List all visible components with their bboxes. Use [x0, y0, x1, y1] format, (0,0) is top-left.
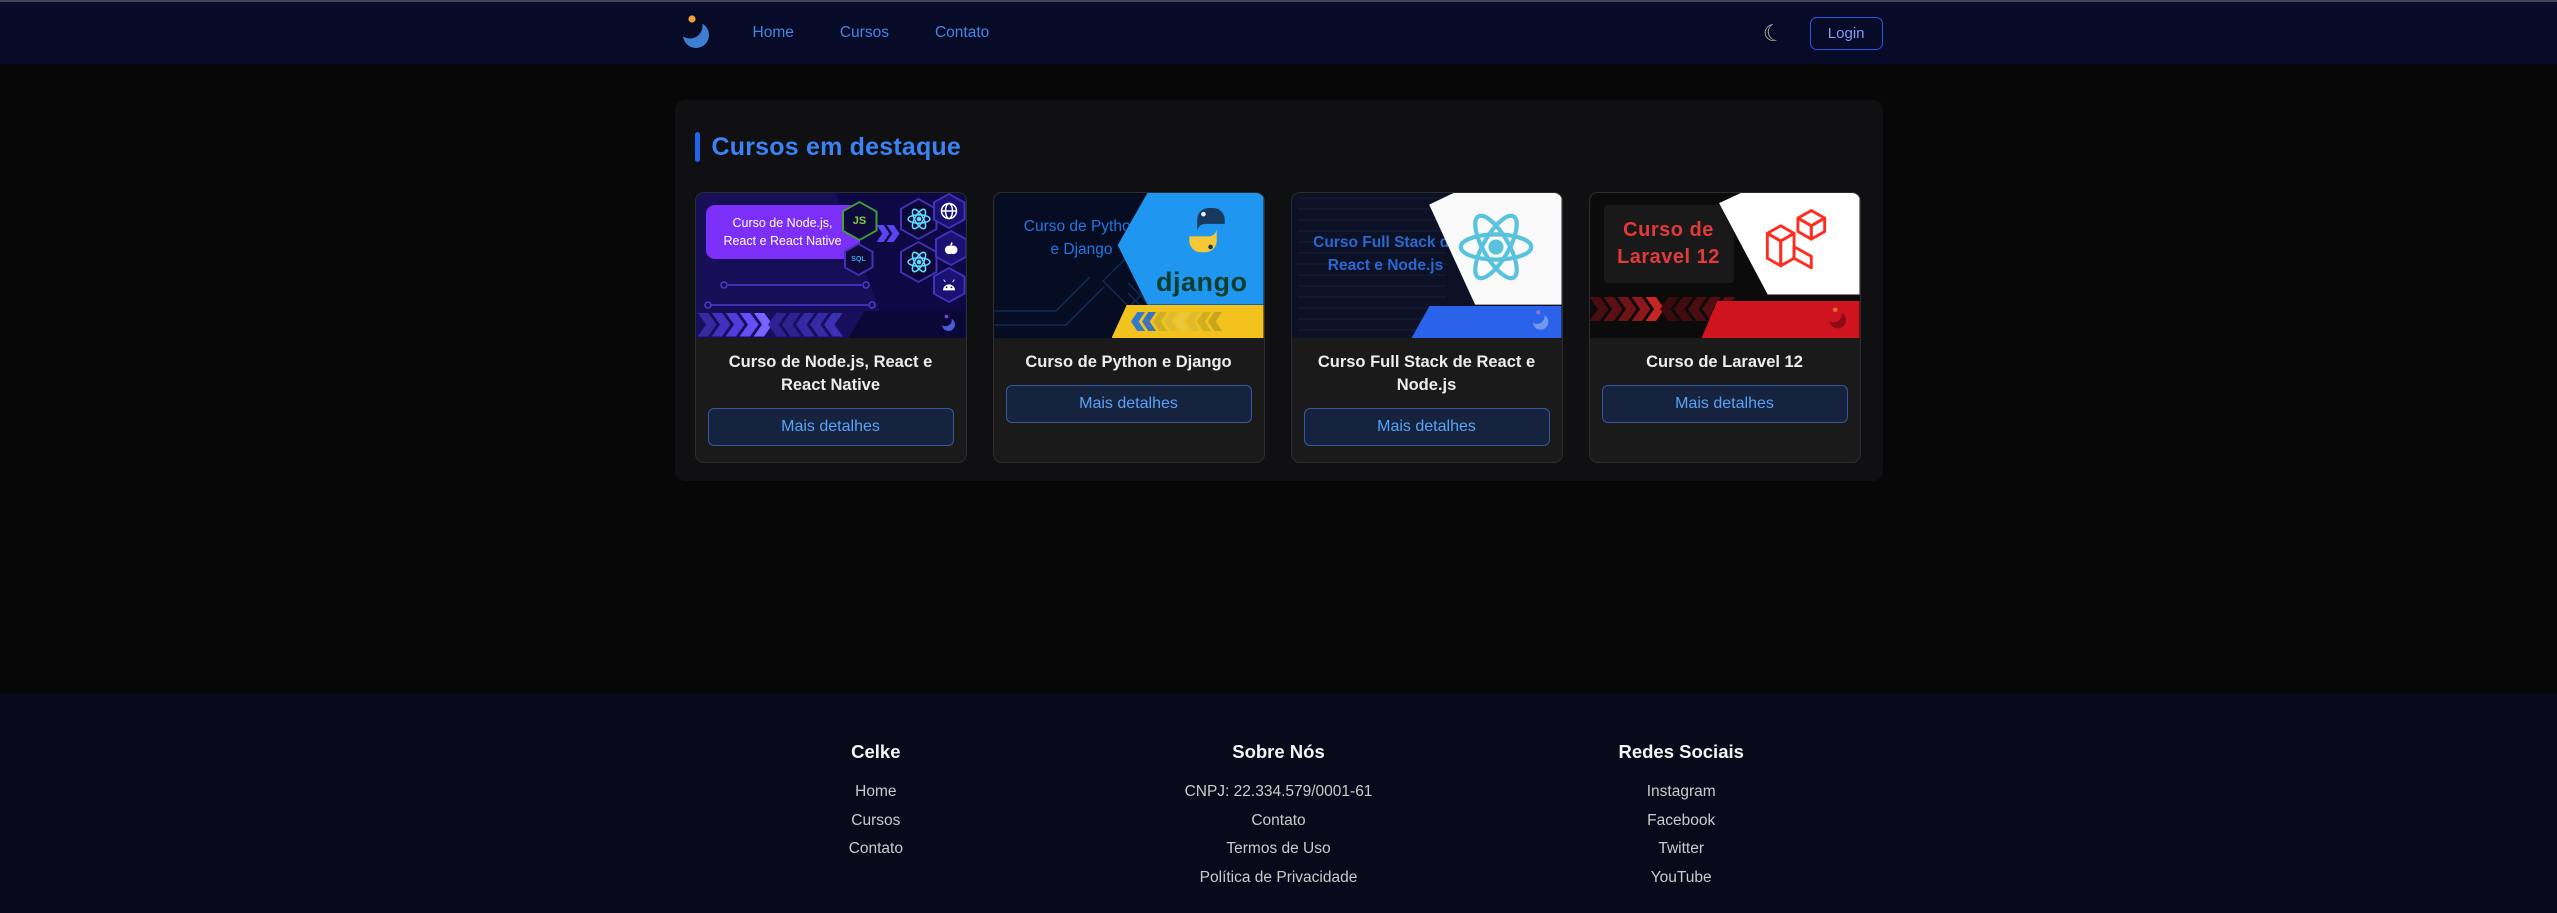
- navbar: Home Cursos Contato ☾ Login: [0, 2, 2557, 64]
- nav-link-contato[interactable]: Contato: [935, 24, 989, 42]
- python-icon: [1176, 199, 1238, 268]
- footer-link-home[interactable]: Home: [675, 778, 1078, 807]
- footer-link-privacidade[interactable]: Política de Privacidade: [1077, 864, 1480, 893]
- footer-column-celke: Celke Home Cursos Contato: [675, 741, 1078, 892]
- heading-accent-bar: [694, 132, 700, 162]
- footer-column-redes-sociais: Redes Sociais Instagram Facebook Twitter…: [1480, 741, 1883, 892]
- chevron-strip: [695, 311, 966, 338]
- details-button[interactable]: Mais detalhes: [707, 408, 954, 447]
- moon-icon[interactable]: ☾: [1761, 18, 1787, 48]
- footer-column-title: Celke: [851, 741, 901, 762]
- footer-link-contato[interactable]: Contato: [1077, 807, 1480, 836]
- footer-link-cursos[interactable]: Cursos: [675, 807, 1078, 836]
- footer-link-youtube[interactable]: YouTube: [1480, 864, 1883, 893]
- celke-swoosh-icon: [1824, 304, 1850, 336]
- nav-link-cursos[interactable]: Cursos: [840, 24, 889, 42]
- footer-link-termos[interactable]: Termos de Uso: [1077, 835, 1480, 864]
- course-thumbnail-laravel: Curso de Laravel 12: [1589, 193, 1860, 338]
- react-icon: [1450, 205, 1542, 294]
- course-title: Curso de Laravel 12: [1646, 353, 1803, 371]
- chevron-strip: [1111, 305, 1264, 338]
- featured-courses-panel: Cursos em destaque Curso de Node.js, Rea…: [674, 100, 1883, 482]
- celke-swoosh-icon: [675, 10, 715, 57]
- course-thumbnail-nodejs-react: Curso de Node.js, React e React Native J…: [695, 193, 966, 338]
- thumb-label: Curso de Node.js, React e React Native: [705, 205, 860, 260]
- footer-link-contato[interactable]: Contato: [675, 835, 1078, 864]
- celke-logo[interactable]: [675, 10, 715, 57]
- course-thumbnail-python-django: Curso de Python e Django django: [993, 193, 1264, 338]
- footer-column-title: Sobre Nós: [1232, 741, 1325, 762]
- footer-link-twitter[interactable]: Twitter: [1480, 835, 1883, 864]
- footer-column-sobre-nos: Sobre Nós CNPJ: 22.334.579/0001-61 Conta…: [1077, 741, 1480, 892]
- main-content: Cursos em destaque Curso de Node.js, Rea…: [0, 100, 2557, 693]
- course-card-laravel: Curso de Laravel 12 Curso de Laravel 12 …: [1588, 192, 1861, 464]
- celke-swoosh-icon: [938, 312, 958, 338]
- footer-link-instagram[interactable]: Instagram: [1480, 778, 1883, 807]
- course-title: Curso de Python e Django: [1025, 353, 1232, 371]
- footer: Celke Home Cursos Contato Sobre Nós CNPJ…: [0, 693, 2557, 913]
- course-card-nodejs-react: Curso de Node.js, React e React Native J…: [694, 192, 967, 464]
- brand-strip: [1411, 306, 1562, 338]
- celke-swoosh-icon: [1528, 307, 1552, 337]
- thumb-label: Curso de Laravel 12: [1603, 205, 1734, 283]
- course-card-python-django: Curso de Python e Django django Curso de…: [992, 192, 1265, 464]
- footer-cnpj: CNPJ: 22.334.579/0001-61: [1184, 783, 1373, 800]
- nav-link-home[interactable]: Home: [753, 24, 794, 42]
- laravel-icon: [1748, 199, 1844, 290]
- course-thumbnail-fullstack: Curso Full Stack de React e Node.js: [1291, 193, 1562, 338]
- brand-strip: [1701, 301, 1860, 338]
- footer-link-facebook[interactable]: Facebook: [1480, 807, 1883, 836]
- course-title: Curso de Node.js, React e React Native: [728, 353, 933, 395]
- thumb-label: Curso Full Stack de React e Node.js: [1313, 234, 1458, 275]
- details-button[interactable]: Mais detalhes: [1005, 385, 1252, 424]
- details-button[interactable]: Mais detalhes: [1601, 385, 1848, 424]
- course-title: Curso Full Stack de React e Node.js: [1317, 353, 1536, 395]
- footer-column-title: Redes Sociais: [1618, 741, 1744, 762]
- course-card-grid: Curso de Node.js, React e React Native J…: [694, 192, 1863, 464]
- course-card-fullstack-react-node: Curso Full Stack de React e Node.js Curs: [1290, 192, 1563, 464]
- login-button[interactable]: Login: [1809, 16, 1883, 50]
- nav-links: Home Cursos Contato: [753, 24, 990, 42]
- django-wordmark: django: [1156, 267, 1248, 297]
- double-arrow-icon: [876, 225, 900, 242]
- page-title: Cursos em destaque: [711, 132, 962, 161]
- details-button[interactable]: Mais detalhes: [1303, 408, 1550, 447]
